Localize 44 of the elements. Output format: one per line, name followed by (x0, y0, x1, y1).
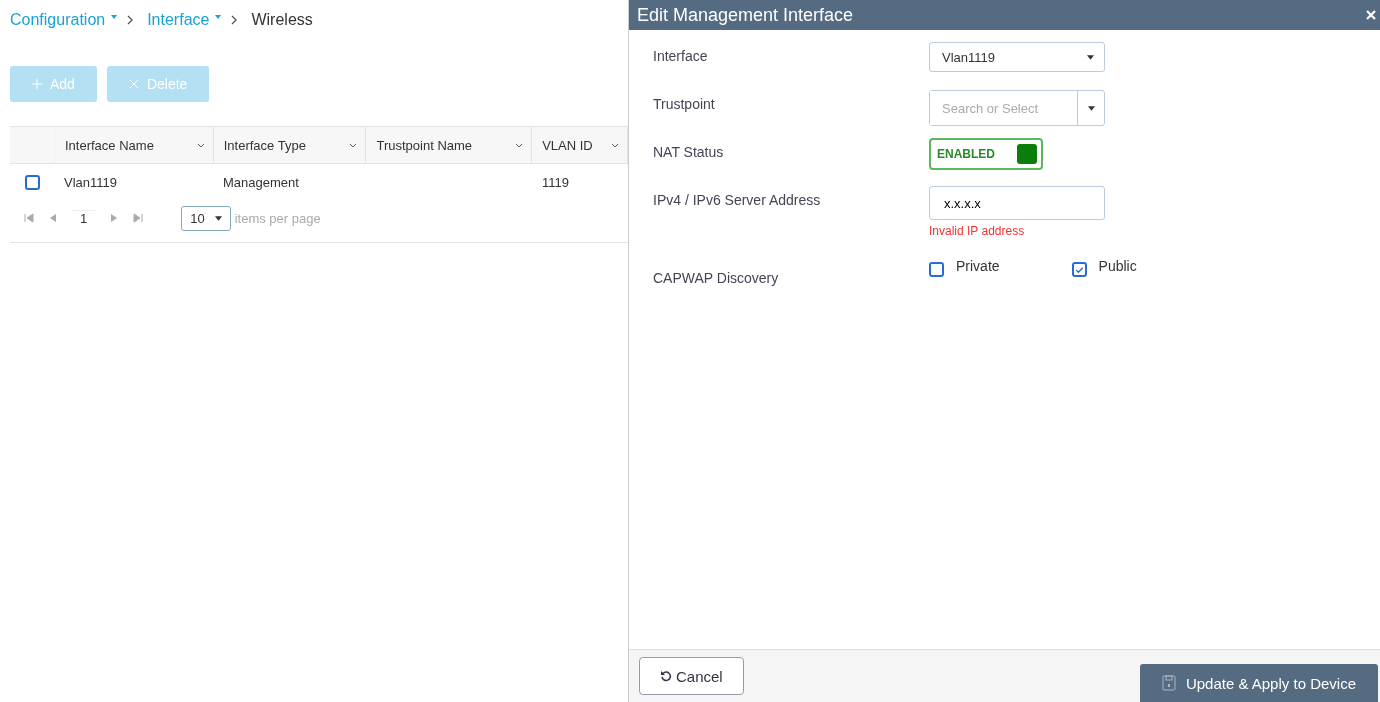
save-icon (1161, 675, 1176, 691)
field-label: Trustpoint (653, 95, 716, 112)
breadcrumb-current: Wireless (251, 11, 313, 29)
close-icon[interactable] (1366, 10, 1376, 20)
chevron-down-icon[interactable] (515, 142, 524, 148)
field-label: NAT Status (653, 143, 725, 160)
column-header[interactable]: Trustpoint Name (366, 127, 533, 163)
nat-toggle[interactable]: ENABLED (929, 138, 1043, 170)
row-checkbox[interactable] (24, 174, 40, 190)
plus-icon (32, 79, 42, 89)
error-message: Invalid IP address (929, 224, 1026, 238)
field-label: Interface (653, 47, 709, 64)
checkbox[interactable] (1071, 262, 1087, 277)
caret-icon (215, 15, 222, 19)
chevron-down-icon[interactable] (349, 142, 358, 148)
trustpoint-combo[interactable]: Search or Select (929, 90, 1105, 126)
undo-icon (660, 670, 672, 682)
table-cell-text: 1119 (541, 174, 570, 190)
apply-button[interactable]: Update & Apply to Device (1139, 664, 1378, 702)
caret-icon (1087, 54, 1094, 60)
column-header[interactable]: Interface Type (213, 127, 367, 163)
address-input[interactable]: x.x.x.x (929, 186, 1105, 220)
caret-icon (214, 215, 222, 221)
cancel-button[interactable]: Cancel (639, 657, 744, 695)
checkbox-label: Public (1098, 258, 1137, 274)
checkbox-label: Private (956, 258, 1000, 274)
field-label: CAPWAP Discovery (653, 269, 780, 286)
field-label: IPv4 / IPv6 Server Address (653, 191, 822, 208)
table-cell-text: Vlan1119 (63, 174, 118, 190)
table-cell-text: Management (222, 174, 300, 190)
chevron-down-icon[interactable] (196, 142, 205, 148)
page-size-label: items per page (234, 210, 321, 226)
caret-icon (111, 15, 118, 19)
page-size-select[interactable]: 10 (181, 205, 231, 231)
caret-icon[interactable] (1087, 105, 1095, 111)
chevron-icon (231, 15, 238, 25)
page-number[interactable]: 1 (72, 210, 96, 226)
cross-icon (128, 79, 139, 89)
interface-select[interactable]: Vlan1119 (929, 42, 1105, 72)
panel-title: Edit Management Interface (637, 4, 854, 26)
checkbox[interactable] (929, 262, 944, 277)
chevron-down-icon[interactable] (611, 142, 619, 148)
column-header[interactable]: Interface Name (55, 127, 214, 163)
chevron-icon (127, 15, 134, 25)
